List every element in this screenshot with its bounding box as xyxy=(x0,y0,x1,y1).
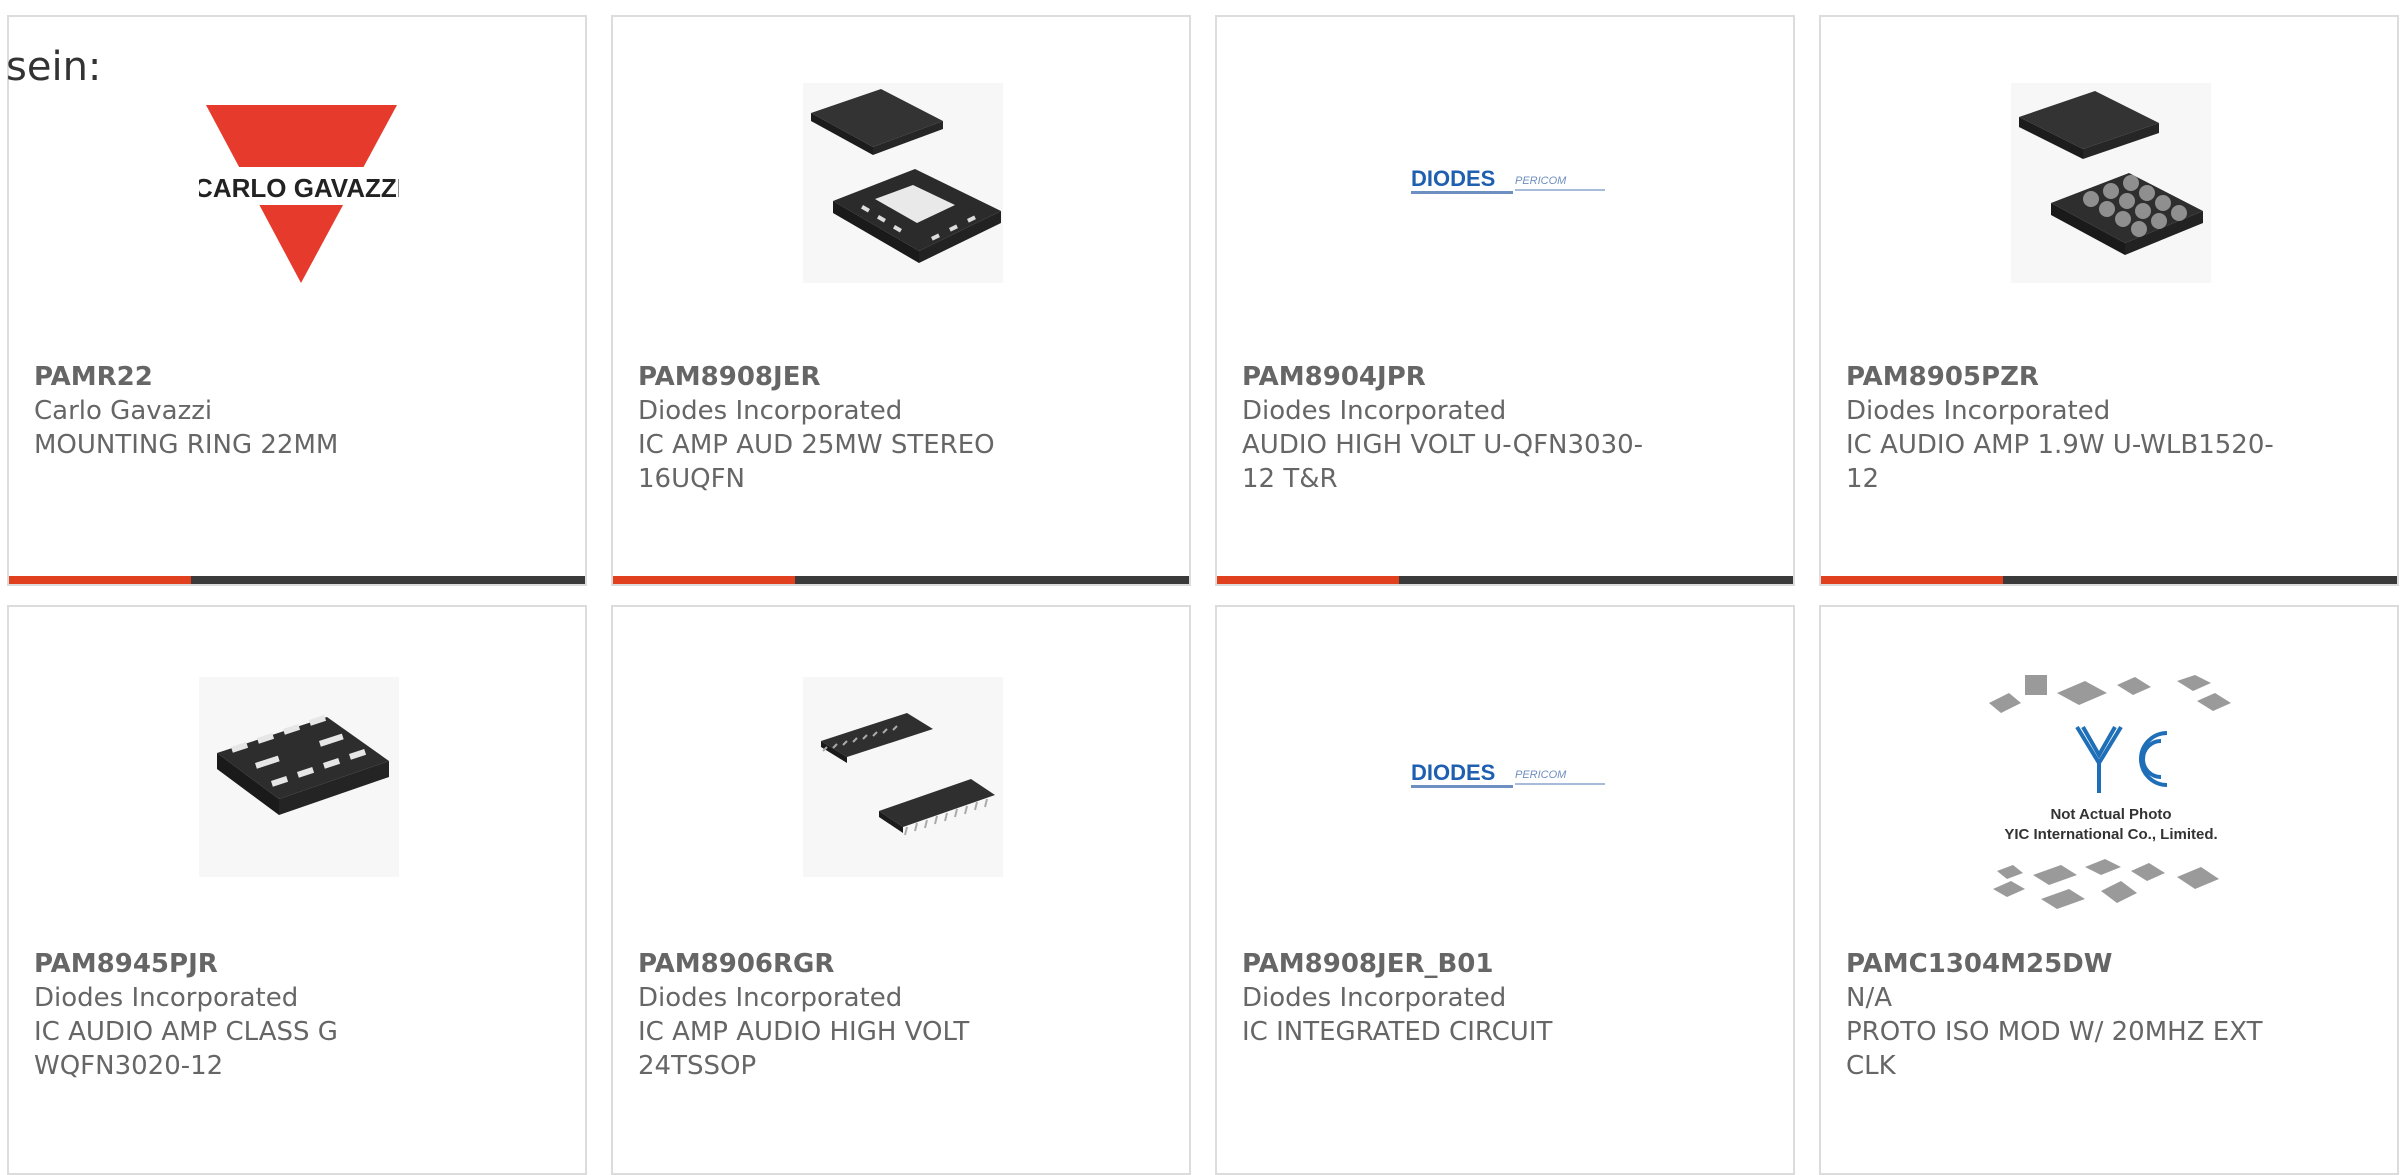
logo-text: PERICOM xyxy=(1515,175,1567,187)
tssop-chips-image xyxy=(803,677,1003,877)
logo-text: DIODES xyxy=(1411,166,1495,191)
manufacturer: Diodes Incorporated xyxy=(638,983,903,1013)
part-number[interactable]: PAMC1304M25DW xyxy=(1846,947,2326,981)
carlo-gavazzi-logo: CARLO GAVAZZI xyxy=(194,83,404,283)
accent-bar xyxy=(1821,576,2003,584)
description-line: IC AUDIO AMP CLASS G xyxy=(34,1017,338,1047)
description-line: 16UQFN xyxy=(638,464,745,494)
product-card[interactable]: PAM8906RGR Diodes Incorporated IC AMP AU… xyxy=(611,605,1191,1175)
description-line: 12 T&R xyxy=(1242,464,1338,494)
wlb-chip-image xyxy=(2011,83,2211,283)
card-footer-bar xyxy=(1217,576,1793,584)
description-line: IC AUDIO AMP 1.9W U-WLB1520- xyxy=(1846,430,2274,460)
placeholder-note: YIC International Co., Limited. xyxy=(2004,826,2217,843)
accent-bar xyxy=(613,576,795,584)
card-footer-bar xyxy=(613,576,1189,584)
part-number[interactable]: PAM8906RGR xyxy=(638,947,1118,981)
product-card[interactable]: Not Actual Photo YIC International Co., … xyxy=(1819,605,2399,1175)
part-number[interactable]: PAMR22 xyxy=(34,360,514,394)
manufacturer: Diodes Incorporated xyxy=(1846,396,2111,426)
manufacturer: N/A xyxy=(1846,983,1892,1013)
manufacturer: Carlo Gavazzi xyxy=(34,396,213,426)
part-number[interactable]: PAM8905PZR xyxy=(1846,360,2326,394)
manufacturer: Diodes Incorporated xyxy=(34,983,299,1013)
diodes-pericom-logo: DIODES PERICOM xyxy=(1407,677,1607,877)
yic-placeholder-image: Not Actual Photo YIC International Co., … xyxy=(1981,667,2241,917)
description-line: 12 xyxy=(1846,464,1880,494)
product-card[interactable]: PAM8908JER Diodes Incorporated IC AMP AU… xyxy=(611,15,1191,586)
logo-text: CARLO GAVAZZI xyxy=(199,173,399,203)
product-card[interactable]: PAM8905PZR Diodes Incorporated IC AUDIO … xyxy=(1819,15,2399,586)
stray-text: sein: xyxy=(6,44,102,90)
card-footer-bar xyxy=(9,576,585,584)
description-line: PROTO ISO MOD W/ 20MHZ EXT xyxy=(1846,1017,2263,1047)
manufacturer: Diodes Incorporated xyxy=(1242,983,1507,1013)
logo-text: DIODES xyxy=(1411,760,1495,785)
part-number[interactable]: PAM8908JER_B01 xyxy=(1242,947,1722,981)
card-footer-bar xyxy=(1821,576,2397,584)
logo-text: PERICOM xyxy=(1515,769,1567,781)
product-card[interactable]: CARLO GAVAZZI PAMR22 Carlo Gavazzi MOUNT… xyxy=(7,15,587,586)
product-card[interactable]: DIODES PERICOM PAM8904JPR Diodes Incorpo… xyxy=(1215,15,1795,586)
manufacturer: Diodes Incorporated xyxy=(1242,396,1507,426)
description-line: 24TSSOP xyxy=(638,1051,757,1081)
accent-bar xyxy=(1217,576,1399,584)
placeholder-note: Not Actual Photo xyxy=(2050,806,2171,823)
description-line: WQFN3020-12 xyxy=(34,1051,224,1081)
wqfn-chip-image xyxy=(199,677,399,877)
product-card[interactable]: PAM8945PJR Diodes Incorporated IC AUDIO … xyxy=(7,605,587,1175)
description-line: IC AMP AUDIO HIGH VOLT xyxy=(638,1017,970,1047)
description-line: CLK xyxy=(1846,1051,1896,1081)
accent-bar xyxy=(9,576,191,584)
description-line: MOUNTING RING 22MM xyxy=(34,430,339,460)
part-number[interactable]: PAM8945PJR xyxy=(34,947,514,981)
description-line: IC INTEGRATED CIRCUIT xyxy=(1242,1017,1553,1047)
description-line: AUDIO HIGH VOLT U-QFN3030- xyxy=(1242,430,1644,460)
description-line: IC AMP AUD 25MW STEREO xyxy=(638,430,995,460)
qfn-chip-image xyxy=(803,83,1003,283)
part-number[interactable]: PAM8908JER xyxy=(638,360,1118,394)
diodes-pericom-logo: DIODES PERICOM xyxy=(1407,83,1607,283)
part-number[interactable]: PAM8904JPR xyxy=(1242,360,1722,394)
product-card[interactable]: DIODES PERICOM PAM8908JER_B01 Diodes Inc… xyxy=(1215,605,1795,1175)
manufacturer: Diodes Incorporated xyxy=(638,396,903,426)
